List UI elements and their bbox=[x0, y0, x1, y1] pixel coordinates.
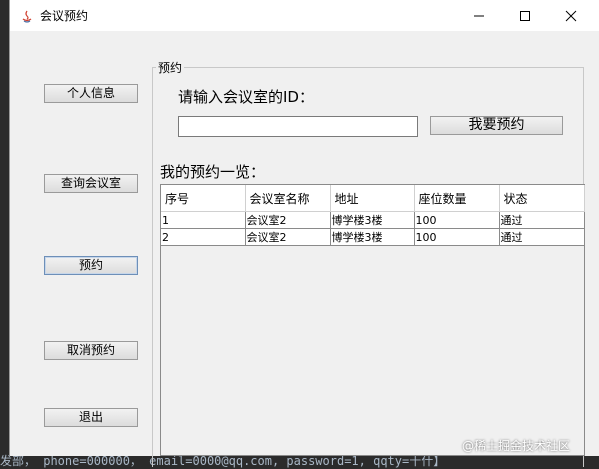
my-reservations-title: 我的预约一览： bbox=[160, 163, 266, 181]
table-row[interactable]: 2 会议室2 博学楼3楼 100 通过 bbox=[161, 228, 585, 246]
close-button[interactable] bbox=[548, 0, 594, 31]
cell-seats: 100 bbox=[414, 228, 500, 246]
table-row[interactable]: 1 会议室2 博学楼3楼 100 通过 bbox=[161, 211, 585, 229]
reserve-button[interactable]: 预约 bbox=[44, 256, 138, 275]
submit-reservation-button[interactable]: 我要预约 bbox=[430, 116, 563, 135]
cell-room-name: 会议室2 bbox=[245, 211, 331, 229]
column-header-index[interactable]: 序号 bbox=[161, 185, 246, 212]
column-header-room-name[interactable]: 会议室名称 bbox=[245, 185, 331, 212]
ide-background bbox=[0, 0, 9, 469]
java-app-icon bbox=[20, 8, 34, 23]
query-rooms-button[interactable]: 查询会议室 bbox=[44, 174, 138, 193]
cell-index: 2 bbox=[161, 228, 246, 246]
cell-seats: 100 bbox=[414, 211, 500, 229]
column-header-status[interactable]: 状态 bbox=[499, 185, 585, 212]
cell-index: 1 bbox=[161, 211, 246, 229]
reservations-table: 序号 会议室名称 地址 座位数量 状态 1 会议室2 博学楼3楼 100 通过 bbox=[160, 184, 585, 456]
watermark: @稀土掘金技术社区 bbox=[462, 439, 571, 453]
close-icon bbox=[565, 10, 577, 21]
maximize-icon bbox=[520, 10, 530, 21]
title-bar: 会议预约 bbox=[10, 0, 599, 31]
window-title: 会议预约 bbox=[40, 9, 89, 23]
column-header-seats[interactable]: 座位数量 bbox=[414, 185, 500, 212]
minimize-icon bbox=[474, 15, 484, 16]
room-id-input[interactable] bbox=[178, 116, 418, 137]
room-id-prompt: 请输入会议室的ID： bbox=[178, 88, 314, 106]
minimize-button[interactable] bbox=[456, 0, 502, 31]
exit-button[interactable]: 退出 bbox=[44, 408, 138, 427]
personal-info-button[interactable]: 个人信息 bbox=[44, 84, 138, 103]
cancel-reservation-button[interactable]: 取消预约 bbox=[44, 341, 138, 360]
cell-status: 通过 bbox=[499, 228, 585, 246]
reservation-panel-title: 预约 bbox=[156, 59, 185, 76]
cell-address: 博学楼3楼 bbox=[330, 228, 415, 246]
window-content: 个人信息 查询会议室 预约 取消预约 退出 预约 请输入会议室的ID： 我要预约… bbox=[10, 31, 599, 467]
app-window: 会议预约 个人信息 查询会议室 预约 取消预约 退出 预约 请输入会议室的ID：… bbox=[9, 0, 599, 467]
column-header-address[interactable]: 地址 bbox=[330, 185, 415, 212]
cell-address: 博学楼3楼 bbox=[330, 211, 415, 229]
table-header-row: 序号 会议室名称 地址 座位数量 状态 bbox=[161, 185, 585, 212]
maximize-button[interactable] bbox=[502, 0, 548, 31]
cell-status: 通过 bbox=[499, 211, 585, 229]
cell-room-name: 会议室2 bbox=[245, 228, 331, 246]
